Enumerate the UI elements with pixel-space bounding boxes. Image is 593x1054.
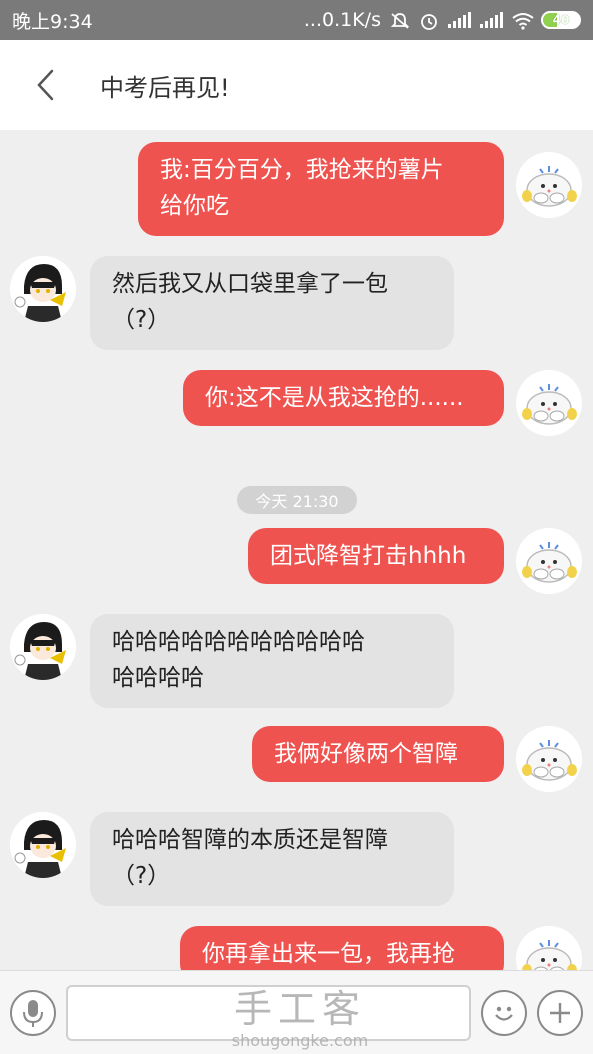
message-line: 给你吃 [160, 193, 229, 219]
message-bubble[interactable]: 你再拿出来一包，我再抢 [180, 926, 504, 970]
message-line: 你:这不是从我这抢的...... [205, 385, 464, 411]
message-bubble[interactable]: 我俩好像两个智障 [252, 726, 504, 782]
plus-icon [550, 1003, 570, 1023]
battery-level: 40 [552, 13, 570, 27]
message-line: 然后我又从口袋里拿了一包 [112, 271, 388, 297]
status-bar: 晚上9:34 ...0.1K/s 40 [0, 0, 593, 40]
message-line: 我俩好像两个智障 [274, 741, 458, 767]
chat-title: 中考后再见! [100, 73, 230, 102]
message-line: 团式降智打击hhhh [270, 543, 467, 569]
chat-header: 中考后再见! [0, 40, 593, 130]
message-line: （?） [112, 863, 171, 889]
message-bubble[interactable]: 团式降智打击hhhh [248, 528, 504, 584]
voice-button[interactable] [10, 990, 56, 1036]
signal-icon-2 [480, 12, 503, 28]
message-bubble[interactable]: 哈哈哈哈哈哈哈哈哈哈哈 哈哈哈哈 [90, 614, 454, 708]
mute-icon [390, 12, 410, 29]
back-button[interactable] [0, 40, 90, 130]
message-bubble[interactable]: 然后我又从口袋里拿了一包 （?） [90, 256, 454, 350]
contact-avatar[interactable] [10, 256, 76, 322]
time-divider: 今天 21:30 [237, 486, 357, 514]
my-avatar[interactable] [516, 926, 582, 970]
status-time: 晚上9:34 [12, 10, 93, 33]
message-line: 哈哈哈哈 [112, 665, 204, 691]
network-speed: ...0.1K/s [303, 9, 381, 31]
my-avatar[interactable] [516, 152, 582, 218]
my-avatar[interactable] [516, 370, 582, 436]
message-line: 你再拿出来一包，我再抢 [202, 941, 455, 967]
my-avatar[interactable] [516, 726, 582, 792]
battery-icon: 40 [541, 11, 581, 29]
signal-icon [448, 12, 471, 28]
message-line: （?） [112, 307, 171, 333]
input-bar [0, 970, 593, 1054]
my-avatar[interactable] [516, 528, 582, 594]
contact-avatar[interactable] [10, 614, 76, 680]
message-line: 哈哈哈哈哈哈哈哈哈哈哈 [112, 629, 365, 655]
microphone-icon [23, 1000, 43, 1027]
smiley-icon [495, 1006, 513, 1021]
plus-button[interactable] [537, 990, 583, 1036]
message-list[interactable]: 我:百分百分，我抢来的薯片 给你吃 然后我又从口袋里拿了一包 （?） 你:这不是… [0, 130, 593, 970]
message-bubble[interactable]: 你:这不是从我这抢的...... [183, 370, 504, 426]
wifi-icon [512, 12, 534, 30]
message-input[interactable] [66, 985, 471, 1041]
message-bubble[interactable]: 我:百分百分，我抢来的薯片 给你吃 [138, 142, 504, 236]
message-bubble[interactable]: 哈哈哈智障的本质还是智障 （?） [90, 812, 454, 906]
emoji-button[interactable] [481, 990, 527, 1036]
status-icons: ...0.1K/s 40 [304, 9, 581, 31]
alarm-icon [419, 12, 439, 30]
chevron-left-icon [37, 69, 54, 101]
message-line: 我:百分百分，我抢来的薯片 [160, 157, 444, 183]
contact-avatar[interactable] [10, 812, 76, 878]
message-line: 哈哈哈智障的本质还是智障 [112, 827, 388, 853]
